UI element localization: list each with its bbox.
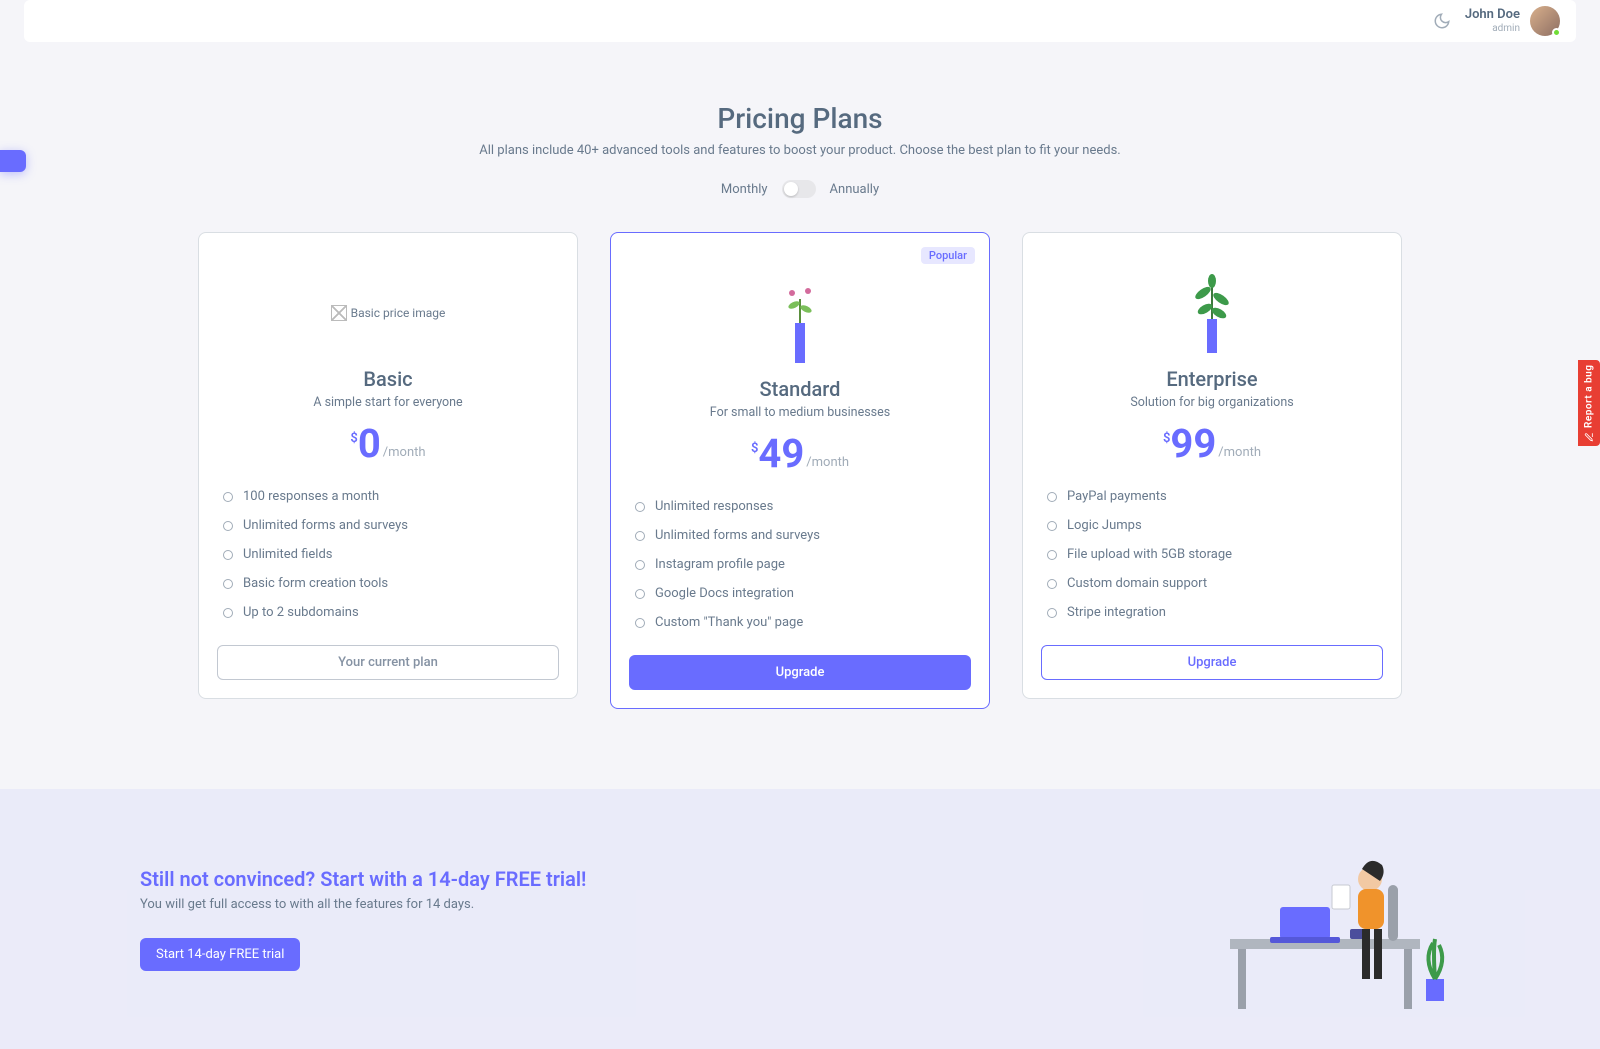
plan-enterprise-price: $ 99 /month [1041, 424, 1383, 464]
plan-basic-cta[interactable]: Your current plan [217, 645, 559, 680]
feature-item: Instagram profile page [635, 550, 965, 579]
cta-band: Still not convinced? Start with a 14-day… [0, 789, 1600, 1049]
topnav: John Doe admin [24, 0, 1576, 42]
currency: $ [350, 431, 357, 446]
toggle-annually-label: Annually [830, 182, 880, 197]
feature-item: Custom domain support [1047, 569, 1377, 598]
feature-item: Unlimited fields [223, 540, 553, 569]
plan-standard-subtitle: For small to medium businesses [629, 405, 971, 420]
feature-item: Unlimited forms and surveys [635, 521, 965, 550]
feature-item: File upload with 5GB storage [1047, 540, 1377, 569]
currency: $ [751, 441, 758, 456]
plan-basic-features: 100 responses a month Unlimited forms an… [223, 482, 553, 627]
toggle-monthly-label: Monthly [721, 182, 768, 197]
feature-item: Basic form creation tools [223, 569, 553, 598]
plan-enterprise-subtitle: Solution for big organizations [1041, 395, 1383, 410]
broken-image-icon: Basic price image [331, 305, 446, 321]
plan-standard-price: $ 49 /month [629, 434, 971, 474]
feature-item: Unlimited responses [635, 492, 965, 521]
plan-enterprise-image [1041, 269, 1383, 357]
status-online-icon [1552, 28, 1561, 37]
pricing-header: Pricing Plans All plans include 40+ adva… [40, 102, 1560, 158]
amount: 99 [1170, 424, 1216, 464]
plan-basic: Basic price image Basic A simple start f… [198, 232, 578, 699]
edit-icon [1584, 432, 1594, 442]
cta-title: Still not convinced? Start with a 14-day… [140, 867, 586, 891]
plan-standard-features: Unlimited responses Unlimited forms and … [635, 492, 965, 637]
report-bug-tab[interactable]: Report a bug [1578, 360, 1600, 446]
page-subtitle: All plans include 40+ advanced tools and… [40, 143, 1560, 158]
feature-item: Google Docs integration [635, 579, 965, 608]
feature-item: PayPal payments [1047, 482, 1377, 511]
plan-standard-cta[interactable]: Upgrade [629, 655, 971, 690]
plan-enterprise-name: Enterprise [1041, 367, 1383, 391]
plan-enterprise: Enterprise Solution for big organization… [1022, 232, 1402, 699]
plan-basic-image: Basic price image [217, 269, 559, 357]
plan-standard: Popular Standard For small to medium bus… [610, 232, 990, 709]
plans-grid: Basic price image Basic A simple start f… [40, 232, 1560, 749]
user-role: admin [1465, 23, 1520, 34]
cta-illustration [1220, 829, 1460, 1009]
amount: 0 [358, 424, 381, 464]
plan-basic-subtitle: A simple start for everyone [217, 395, 559, 410]
report-bug-label: Report a bug [1584, 364, 1595, 427]
plan-enterprise-cta[interactable]: Upgrade [1041, 645, 1383, 680]
avatar [1530, 6, 1560, 36]
cta-body: You will get full access to with all the… [140, 897, 586, 912]
feature-item: Logic Jumps [1047, 511, 1377, 540]
billing-switch[interactable] [782, 180, 816, 198]
user-menu[interactable]: John Doe admin [1465, 6, 1560, 36]
plan-basic-price: $ 0 /month [217, 424, 559, 464]
start-trial-button[interactable]: Start 14-day FREE trial [140, 938, 300, 971]
period: /month [1218, 445, 1261, 460]
buy-now-tab[interactable] [0, 150, 26, 172]
feature-item: 100 responses a month [223, 482, 553, 511]
plan-basic-name: Basic [217, 367, 559, 391]
page-title: Pricing Plans [40, 102, 1560, 135]
plan-standard-name: Standard [629, 377, 971, 401]
popular-badge: Popular [921, 247, 975, 264]
plan-enterprise-features: PayPal payments Logic Jumps File upload … [1047, 482, 1377, 627]
period: /month [383, 445, 426, 460]
plan-standard-image [629, 279, 971, 367]
feature-item: Unlimited forms and surveys [223, 511, 553, 540]
feature-item: Custom "Thank you" page [635, 608, 965, 637]
feature-item: Stripe integration [1047, 598, 1377, 627]
plant-icon [777, 279, 823, 367]
plant-icon [1189, 269, 1235, 357]
period: /month [806, 455, 849, 470]
feature-item: Up to 2 subdomains [223, 598, 553, 627]
billing-toggle: Monthly Annually [40, 180, 1560, 198]
amount: 49 [758, 434, 804, 474]
user-name: John Doe [1465, 8, 1520, 22]
currency: $ [1163, 431, 1170, 446]
theme-toggle-icon[interactable] [1433, 12, 1451, 30]
